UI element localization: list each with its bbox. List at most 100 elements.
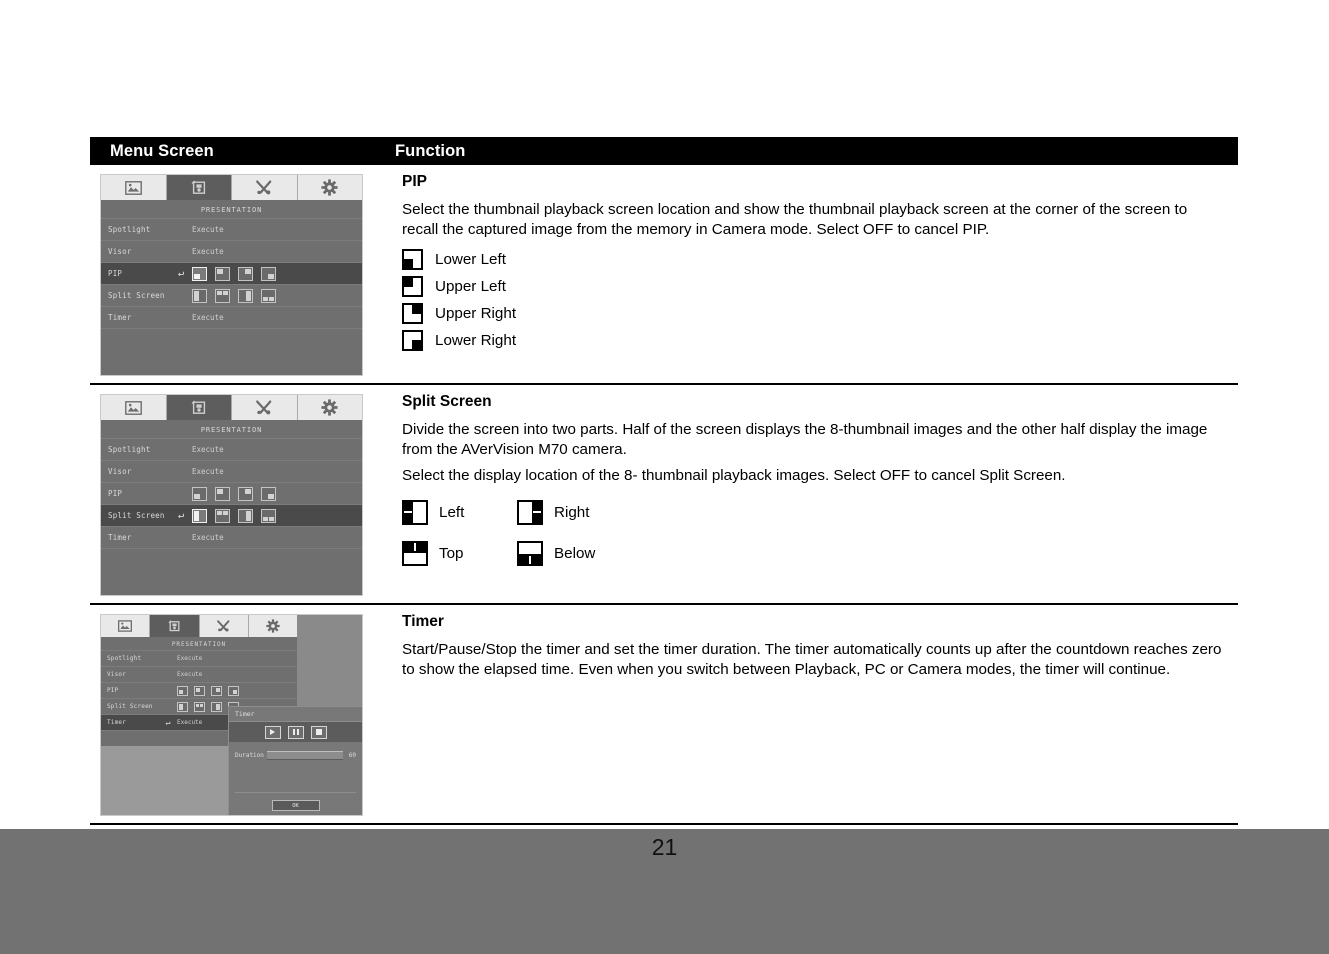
osd-value-visor: Execute	[192, 247, 224, 256]
presentation-tab[interactable]	[166, 175, 232, 200]
osd-pip-upper-right-icon[interactable]	[238, 486, 253, 501]
camera-background	[101, 743, 229, 815]
osd-split-left-icon[interactable]	[192, 508, 207, 523]
settings-tab[interactable]	[248, 615, 297, 637]
duration-slider[interactable]	[267, 751, 343, 760]
split-top-icon	[402, 541, 428, 566]
timer-play-button[interactable]	[264, 725, 281, 739]
split-option-grid: Left Right Top Below	[402, 500, 762, 566]
osd-tab-bar	[101, 615, 297, 637]
osd-row-timer[interactable]: Timer Execute	[101, 526, 362, 548]
osd-row-pip[interactable]: PIP	[101, 682, 297, 698]
pause-icon	[292, 729, 299, 735]
presentation-icon	[191, 400, 207, 415]
osd-row-visor[interactable]: Visor Execute	[101, 460, 362, 482]
option-label: Top	[439, 545, 464, 562]
osd-pip-upper-right-icon[interactable]	[211, 685, 222, 696]
timer-pause-button[interactable]	[287, 725, 304, 739]
header-function: Function	[395, 141, 466, 160]
osd-value-spotlight: Execute	[177, 655, 203, 662]
table-row: PRESENTATION Spotlight Execute Visor Exe…	[90, 165, 1238, 385]
osd-tab-bar	[101, 395, 362, 420]
option-label: Left	[439, 504, 465, 521]
osd-row-spotlight[interactable]: Spotlight Execute	[101, 218, 362, 240]
osd-value-spotlight: Execute	[192, 225, 224, 234]
osd-empty-row	[101, 548, 362, 570]
osd-row-spotlight[interactable]: Spotlight Execute	[101, 650, 297, 666]
osd-label-visor: Visor	[107, 671, 127, 678]
menu-function-table: Menu Screen Function PRESENTATION Spotli…	[90, 137, 1238, 825]
stop-icon	[315, 729, 322, 735]
option-label: Lower Right	[435, 331, 517, 349]
osd-row-visor[interactable]: Visor Execute	[101, 240, 362, 262]
picture-icon	[124, 400, 142, 415]
osd-row-split-screen[interactable]: Split Screen ↵	[101, 504, 362, 526]
osd-split-right-icon[interactable]	[238, 508, 253, 523]
osd-split-left-icon[interactable]	[192, 288, 207, 303]
osd-pip-lower-left-icon[interactable]	[192, 266, 207, 281]
table-row: PRESENTATION Spotlight Execute Visor Exe…	[90, 385, 1238, 605]
function-paragraph: Divide the screen into two parts. Half o…	[402, 420, 1208, 458]
osd-split-left-icon[interactable]	[177, 701, 188, 712]
osd-split-right-icon[interactable]	[238, 288, 253, 303]
settings-tab[interactable]	[297, 395, 362, 420]
osd-body: PRESENTATION Spotlight Execute Visor Exe…	[101, 420, 362, 595]
osd-pip-lower-left-icon[interactable]	[192, 486, 207, 501]
osd-split-below-icon[interactable]	[261, 288, 276, 303]
osd-pip-upper-left-icon[interactable]	[194, 685, 205, 696]
osd-row-pip[interactable]: PIP ↵	[101, 262, 362, 284]
presentation-icon	[168, 620, 181, 632]
pip-upper-left-icon	[402, 275, 423, 297]
timer-stop-button[interactable]	[310, 725, 327, 739]
split-left-icon	[402, 500, 428, 525]
osd-label-spotlight: Spotlight	[107, 655, 142, 662]
osd-pip-lower-right-icon[interactable]	[261, 486, 276, 501]
osd-pip-lower-right-icon[interactable]	[228, 685, 239, 696]
osd-pip-upper-left-icon[interactable]	[215, 266, 230, 281]
option-label: Upper Right	[435, 304, 517, 322]
osd-row-visor[interactable]: Visor Execute	[101, 666, 297, 682]
pip-upper-right-icon	[402, 302, 423, 324]
osd-empty-row	[101, 328, 362, 350]
osd-row-spotlight[interactable]: Spotlight Execute	[101, 438, 362, 460]
osd-pip-upper-right-icon[interactable]	[238, 266, 253, 281]
osd-label-visor: Visor	[108, 247, 132, 256]
list-item: Top	[402, 541, 517, 566]
function-cell: Timer Start/Pause/Stop the timer and set…	[396, 605, 1238, 823]
presentation-tab[interactable]	[166, 395, 232, 420]
osd-split-top-icon[interactable]	[215, 508, 230, 523]
osd-pip-options	[177, 685, 239, 696]
osd-pip-lower-left-icon[interactable]	[177, 685, 188, 696]
osd-pip-upper-left-icon[interactable]	[215, 486, 230, 501]
osd-value-timer: Execute	[192, 313, 224, 322]
menu-screen-cell: PRESENTATION Spotlight Execute Visor Exe…	[90, 605, 396, 823]
picture-tab[interactable]	[101, 395, 167, 420]
osd-split-top-icon[interactable]	[215, 288, 230, 303]
osd-row-split-screen[interactable]: Split Screen	[101, 284, 362, 306]
timer-duration-row[interactable]: Duration 60	[229, 742, 362, 760]
settings-tab[interactable]	[297, 175, 362, 200]
gear-icon	[266, 619, 280, 633]
picture-tab[interactable]	[101, 175, 167, 200]
list-item: Upper Left	[402, 273, 1222, 300]
osd-row-pip[interactable]: PIP	[101, 482, 362, 504]
presentation-tab[interactable]	[150, 615, 200, 637]
tools-tab[interactable]	[232, 175, 298, 200]
picture-icon	[118, 620, 133, 632]
osd-label-timer: Timer	[107, 719, 127, 726]
tools-tab[interactable]	[232, 395, 298, 420]
tools-tab[interactable]	[199, 615, 249, 637]
osd-row-timer[interactable]: Timer Execute	[101, 306, 362, 328]
play-icon	[270, 729, 275, 735]
osd-split-below-icon[interactable]	[261, 508, 276, 523]
menu-screen-cell: PRESENTATION Spotlight Execute Visor Exe…	[90, 165, 396, 383]
osd-split-top-icon[interactable]	[194, 701, 205, 712]
osd-label-spotlight: Spotlight	[108, 445, 151, 454]
picture-tab[interactable]	[101, 615, 151, 637]
timer-ok-button[interactable]: OK	[271, 800, 320, 811]
list-item: Lower Left	[402, 246, 1222, 273]
osd-pip-lower-right-icon[interactable]	[261, 266, 276, 281]
table-row: PRESENTATION Spotlight Execute Visor Exe…	[90, 605, 1238, 825]
osd-split-options	[192, 288, 276, 303]
osd-split-right-icon[interactable]	[211, 701, 222, 712]
